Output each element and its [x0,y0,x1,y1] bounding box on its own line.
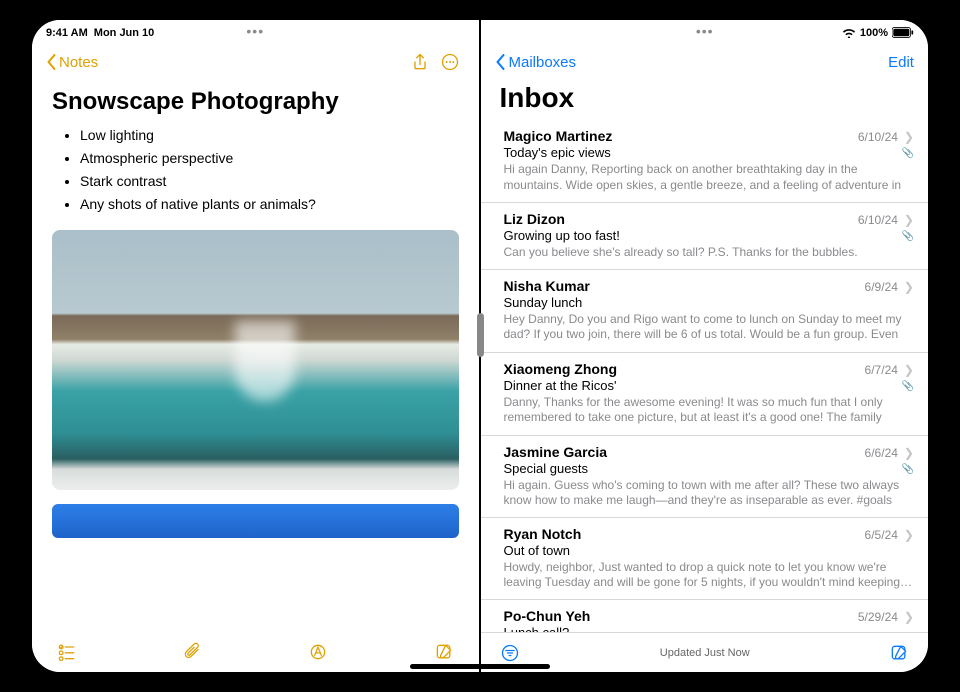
status-date: Mon Jun 10 [94,27,155,39]
mail-preview: Hey Danny, Do you and Rigo want to come … [503,312,914,344]
status-bar: 9:41 AM Mon Jun 10 100% [32,20,928,42]
paperclip-icon: 📎 [902,381,914,392]
home-indicator[interactable] [410,664,550,669]
note-bullet[interactable]: Atmospheric perspective [80,147,459,170]
mail-list[interactable]: Magico Martinez 6/10/24 ❯ Today's epic v… [481,120,928,632]
mail-from: Po-Chun Yeh [503,608,857,624]
chevron-right-icon: ❯ [904,213,914,227]
mail-subject: Out of town [503,543,914,558]
note-bullet-list[interactable]: Low lighting Atmospheric perspective Sta… [52,124,459,216]
mail-date: 6/9/24 [865,280,898,294]
compose-note-button[interactable] [429,637,459,667]
markup-button[interactable] [303,637,333,667]
note-bullet[interactable]: Stark contrast [80,170,459,193]
paperclip-icon: 📎 [902,464,914,475]
note-bullet[interactable]: Low lighting [80,124,459,147]
mail-row[interactable]: Liz Dizon 6/10/24 ❯ Growing up too fast!… [481,203,928,270]
notes-app: ••• Notes Snowscape Photography Low ligh… [32,20,479,672]
mail-date: 5/29/24 [858,610,898,624]
share-button[interactable] [405,47,435,77]
mail-row[interactable]: Ryan Notch 6/5/24 ❯ Out of town Howdy, n… [481,518,928,600]
more-button[interactable] [435,47,465,77]
mail-date: 6/10/24 [858,213,898,227]
mail-subject: Special guests [503,461,914,476]
chevron-right-icon: ❯ [904,528,914,542]
mail-from: Ryan Notch [503,526,864,542]
mail-preview: Hi again Danny, Reporting back on anothe… [503,162,914,194]
chevron-right-icon: ❯ [904,130,914,144]
mail-edit-button[interactable]: Edit [888,54,914,71]
status-time: 9:41 AM [46,27,88,39]
mail-row[interactable]: Magico Martinez 6/10/24 ❯ Today's epic v… [481,120,928,203]
mail-from: Xiaomeng Zhong [503,361,864,377]
mail-back-label: Mailboxes [508,54,576,71]
note-image-attachment[interactable] [52,230,459,490]
paperclip-icon: 📎 [902,148,914,159]
chevron-right-icon: ❯ [904,363,914,377]
paperclip-icon: 📎 [902,231,914,242]
mail-date: 6/7/24 [865,363,898,377]
mail-date: 6/6/24 [865,446,898,460]
mail-row[interactable]: Jasmine Garcia 6/6/24 ❯ Special guests H… [481,436,928,518]
mail-subject: Growing up too fast! [503,228,914,243]
split-view-divider[interactable] [479,20,482,672]
mail-row[interactable]: Xiaomeng Zhong 6/7/24 ❯ Dinner at the Ri… [481,353,928,436]
mail-app: ••• Mailboxes Edit Inbox Magico Martinez… [481,20,928,672]
mail-preview: Hi again. Guess who's coming to town wit… [503,478,914,509]
status-battery-text: 100% [860,27,888,39]
battery-icon [892,27,914,38]
mail-row[interactable]: Po-Chun Yeh 5/29/24 ❯ Lunch call? [481,600,928,632]
mail-from: Liz Dizon [503,211,857,227]
mail-from: Jasmine Garcia [503,444,864,460]
chevron-right-icon: ❯ [904,280,914,294]
mail-subject: Dinner at the Ricos' [503,378,914,393]
mail-subject: Lunch call? [503,625,914,632]
mail-title: Inbox [481,82,928,120]
attachment-button[interactable] [178,637,208,667]
mail-preview: Howdy, neighbor, Just wanted to drop a q… [503,560,914,591]
mail-from: Magico Martinez [503,128,857,144]
mail-back-button[interactable]: Mailboxes [495,54,576,71]
note-bullet[interactable]: Any shots of native plants or animals? [80,193,459,216]
wifi-icon [842,27,856,38]
chevron-right-icon: ❯ [904,610,914,624]
filter-button[interactable] [495,638,525,668]
mail-from: Nisha Kumar [503,278,864,294]
mail-date: 6/10/24 [858,130,898,144]
mail-date: 6/5/24 [865,528,898,542]
mail-subject: Today's epic views [503,145,914,160]
mail-subject: Sunday lunch [503,295,914,310]
mail-row[interactable]: Nisha Kumar 6/9/24 ❯ Sunday lunch Hey Da… [481,270,928,353]
mail-preview: Danny, Thanks for the awesome evening! I… [503,395,914,427]
compose-mail-button[interactable] [884,638,914,668]
notes-back-label: Notes [59,54,98,71]
note-title[interactable]: Snowscape Photography [32,82,479,124]
checklist-button[interactable] [52,637,82,667]
note-image-attachment-2[interactable] [52,504,459,538]
note-body[interactable]: Low lighting Atmospheric perspective Sta… [32,124,479,630]
mail-preview: Can you believe she's already so tall? P… [503,245,914,261]
mail-status-text: Updated Just Now [525,647,884,659]
notes-back-button[interactable]: Notes [46,54,98,71]
chevron-right-icon: ❯ [904,446,914,460]
